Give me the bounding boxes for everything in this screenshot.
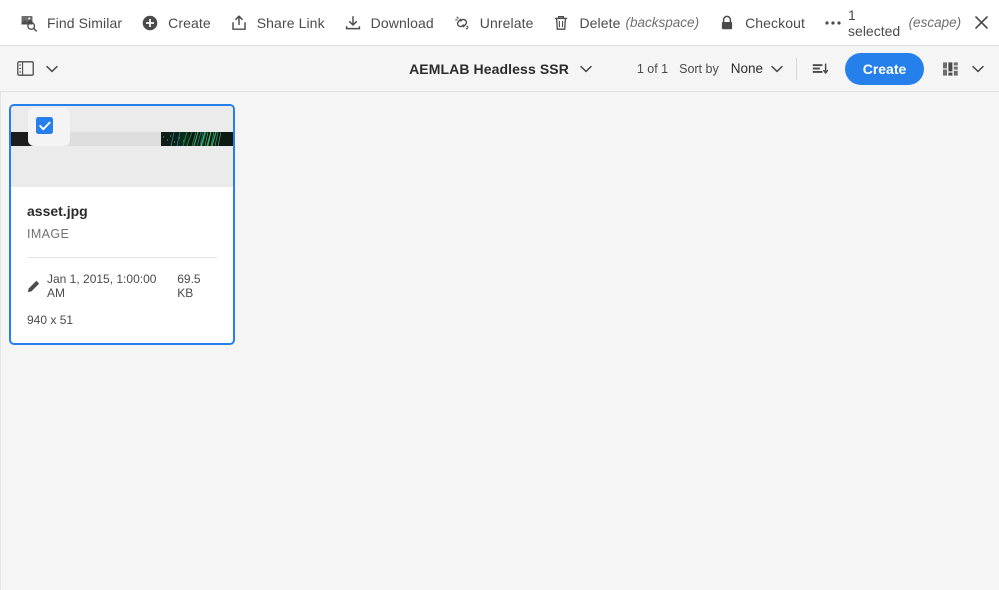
view-layout-button[interactable] (936, 54, 966, 84)
close-icon (975, 16, 988, 29)
sort-by-label: Sort by (679, 61, 719, 76)
rail-dropdown-button[interactable] (40, 55, 64, 83)
view-dropdown-button[interactable] (966, 55, 990, 83)
asset-title: asset.jpg (27, 203, 88, 219)
selection-action-bar: Find Similar Create Share Link Download … (0, 0, 999, 46)
asset-type: IMAGE (27, 227, 70, 241)
asset-file-size: 69.5 KB (177, 272, 201, 300)
asset-card[interactable]: asset.jpg IMAGE Jan 1, 2015, 1:00:00 AM … (9, 104, 235, 345)
find-similar-icon (19, 13, 39, 33)
create-label: Create (168, 14, 211, 31)
download-button[interactable]: Download (334, 7, 443, 39)
asset-dimensions: 940 x 51 (27, 313, 74, 327)
action-buttons-group: Find Similar Create Share Link Download … (0, 7, 848, 39)
delete-button[interactable]: Delete (backspace) (542, 7, 708, 39)
asset-thumbnail (11, 106, 233, 187)
chevron-down-icon (46, 65, 58, 72)
sort-chevron-down-icon (771, 65, 783, 73)
toolbar-divider (796, 57, 797, 80)
more-actions-button[interactable] (818, 8, 848, 38)
asset-select-checkbox[interactable] (36, 117, 53, 134)
sort-order-icon (812, 63, 828, 74)
find-similar-label: Find Similar (47, 14, 123, 31)
selection-escape-hint: (escape) (908, 15, 962, 30)
create-button[interactable]: Create (131, 7, 220, 39)
card-divider (27, 257, 217, 258)
checkmark-icon (38, 121, 51, 130)
toolbar-left-group (0, 54, 64, 84)
delete-shortcut-hint: (backspace) (625, 15, 700, 30)
page-title: AEMLAB Headless SSR (409, 60, 569, 77)
folder-title-button[interactable]: AEMLAB Headless SSR (401, 58, 598, 80)
checkout-button[interactable]: Checkout (708, 7, 814, 39)
content-toolbar: AEMLAB Headless SSR 1 of 1 Sort by None (0, 46, 999, 92)
asset-grid: asset.jpg IMAGE Jan 1, 2015, 1:00:00 AM … (1, 92, 999, 590)
toolbar-right-group: 1 of 1 Sort by None Create (636, 52, 999, 85)
asset-meta-row: Jan 1, 2015, 1:00:00 AM 69.5 KB (27, 272, 217, 300)
selection-status-group: 1 selected (escape) (848, 7, 999, 39)
lock-icon (717, 13, 737, 33)
unrelate-broken-link-icon (452, 13, 472, 33)
toggle-rail-button[interactable] (10, 54, 40, 84)
view-layout-icon (943, 61, 958, 76)
create-circle-icon (140, 13, 160, 33)
unrelate-button[interactable]: Unrelate (443, 7, 543, 39)
show-rail-icon (16, 61, 34, 76)
trash-icon (551, 13, 571, 33)
asset-modified-date: Jan 1, 2015, 1:00:00 AM (47, 272, 157, 300)
download-icon (343, 13, 363, 33)
download-label: Download (370, 14, 434, 31)
chevron-down-icon (972, 65, 984, 72)
share-link-icon (229, 13, 249, 33)
share-link-label: Share Link (256, 14, 325, 31)
checkout-label: Checkout (745, 14, 806, 31)
close-selection-button[interactable] (970, 10, 993, 36)
title-chevron-down-icon (580, 65, 592, 73)
pencil-edit-icon (27, 280, 40, 293)
sort-by-value: None (730, 61, 763, 76)
unrelate-label: Unrelate (479, 14, 534, 31)
delete-label: Delete (579, 14, 621, 31)
share-link-button[interactable]: Share Link (220, 7, 334, 39)
selection-count-label: 1 selected (848, 6, 901, 39)
find-similar-button[interactable]: Find Similar (10, 7, 131, 39)
more-ellipsis-icon (825, 20, 841, 25)
create-asset-button[interactable]: Create (845, 52, 924, 85)
result-count-label: 1 of 1 (636, 61, 669, 76)
asset-card-body: asset.jpg IMAGE Jan 1, 2015, 1:00:00 AM … (11, 187, 233, 343)
sort-by-select[interactable]: None (726, 58, 786, 79)
sort-order-button[interactable] (805, 54, 835, 84)
